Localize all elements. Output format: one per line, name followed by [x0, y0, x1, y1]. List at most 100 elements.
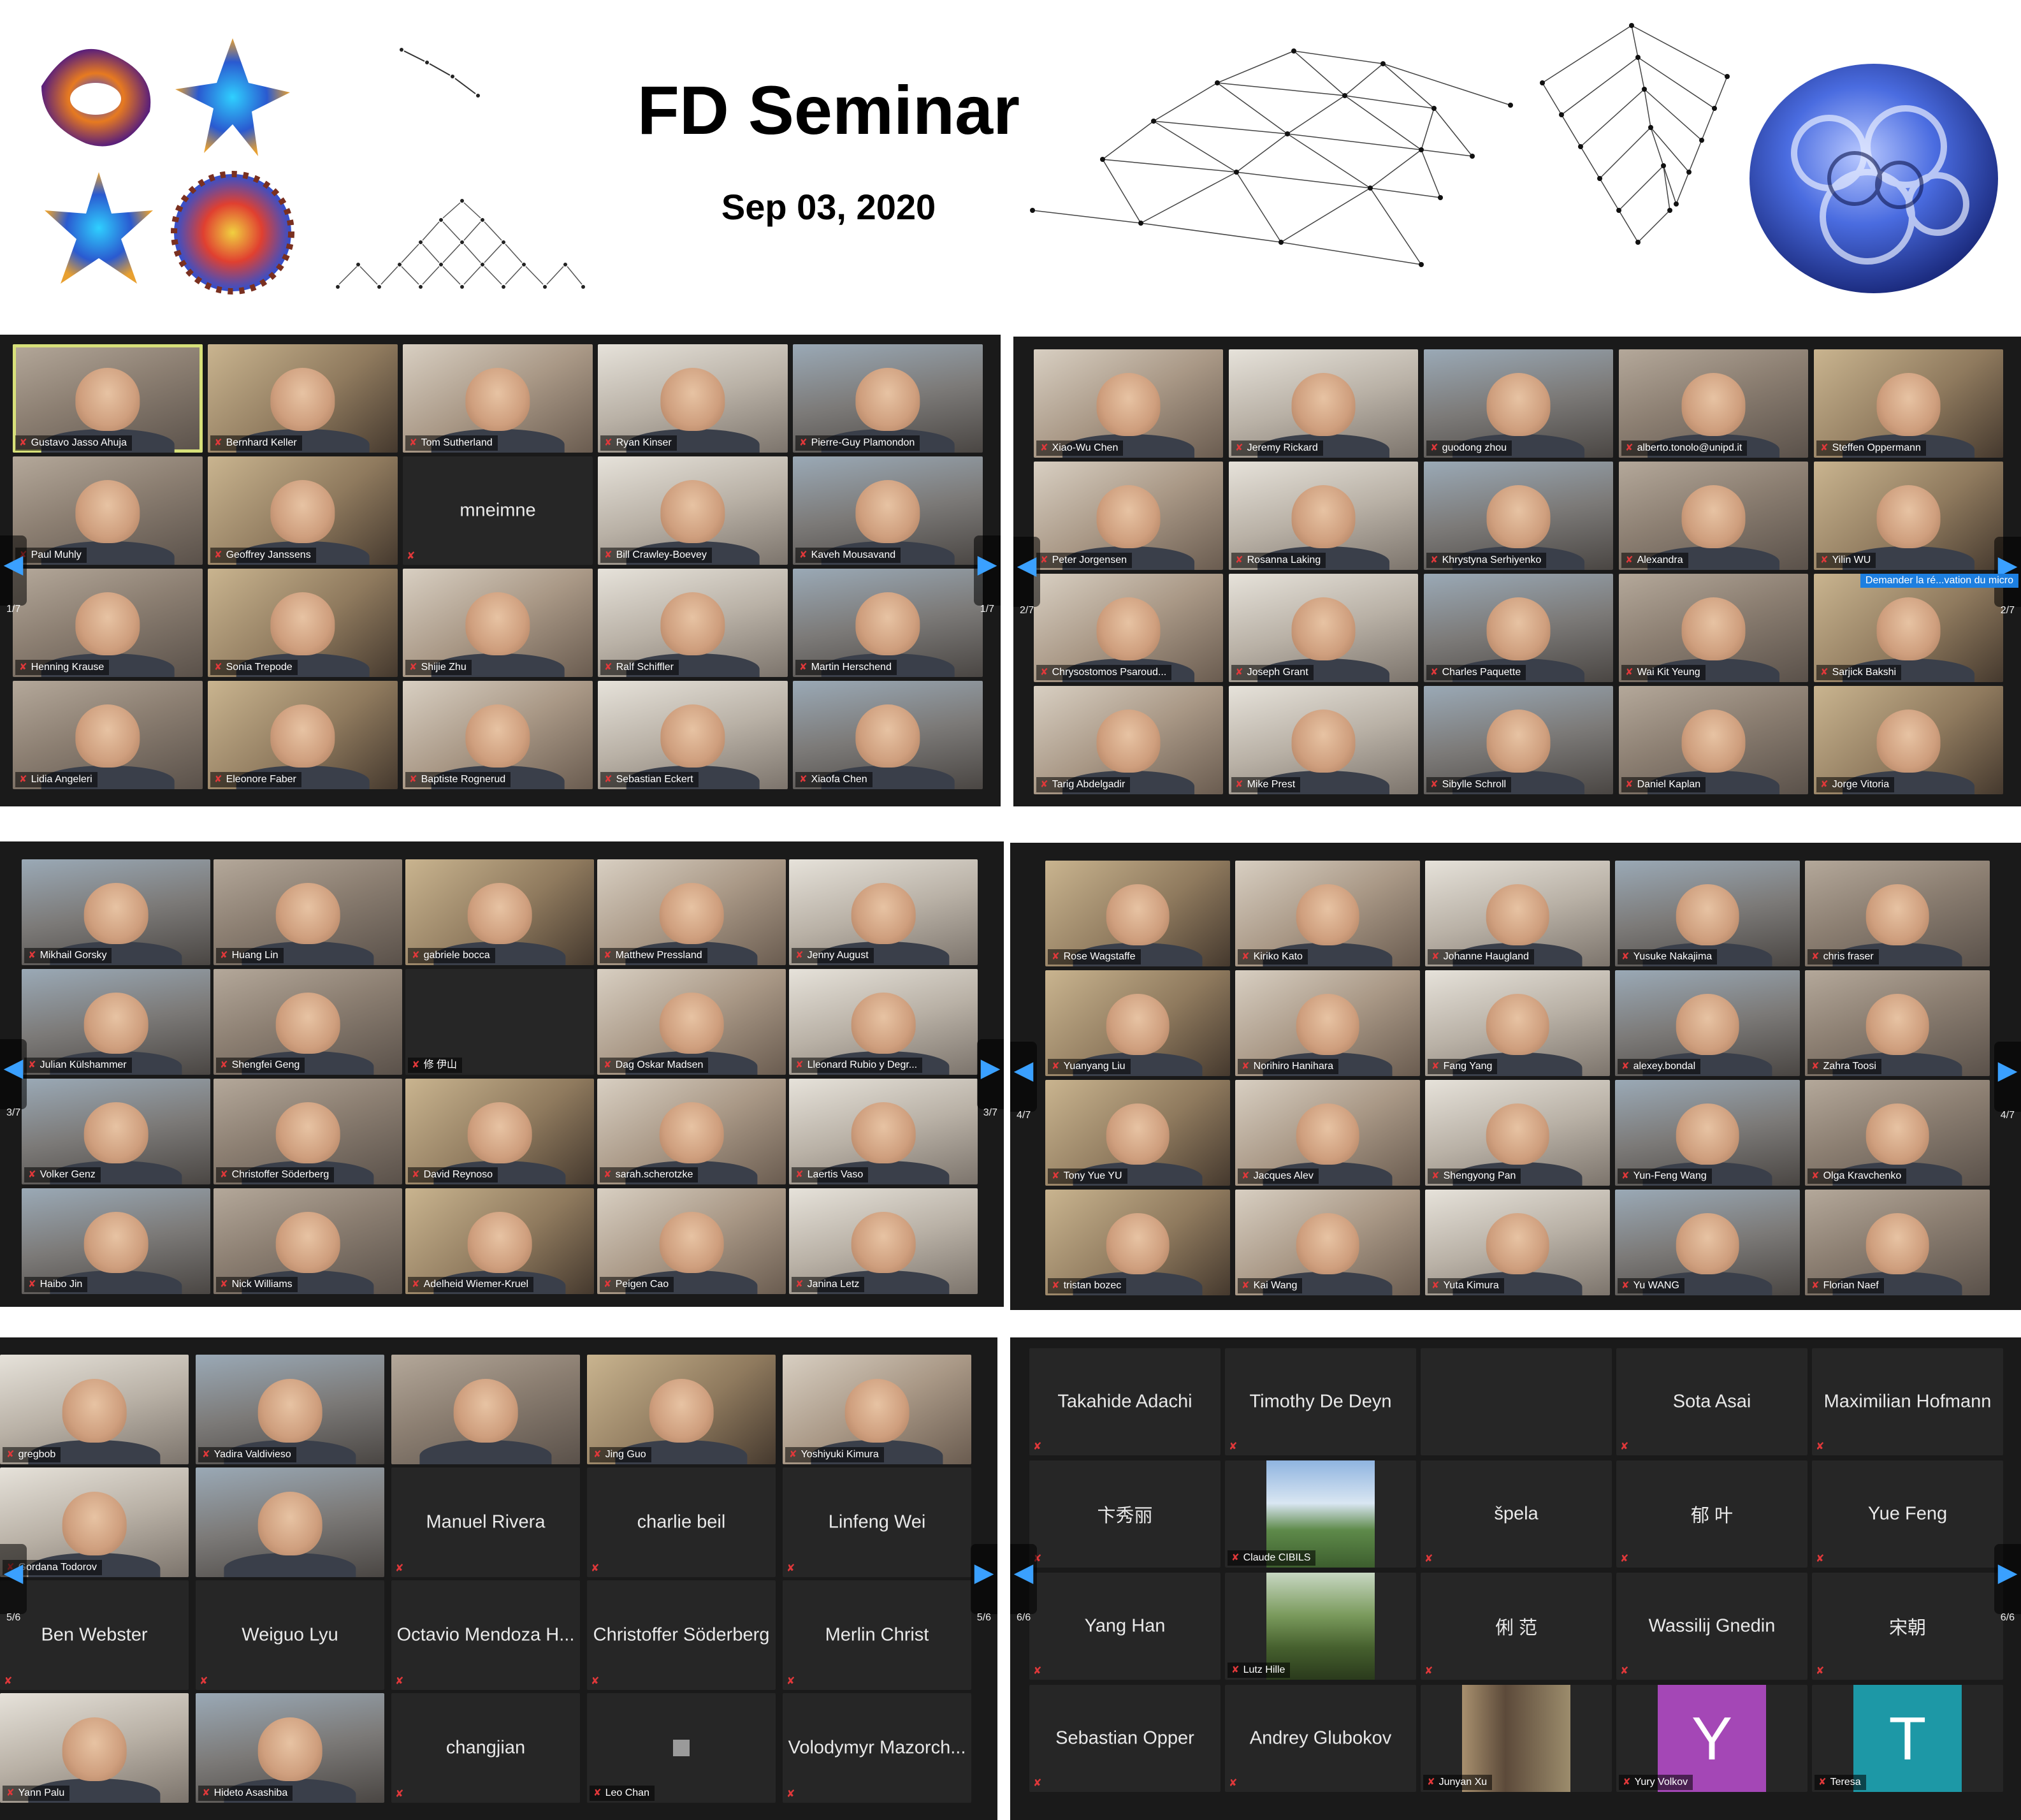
participant-tile[interactable]: changjian ✘ — [391, 1693, 580, 1803]
participant-tile[interactable]: ✘Gordana Todorov — [0, 1467, 189, 1577]
participant-tile[interactable]: ✘Paul Muhly — [13, 456, 203, 565]
participant-tile[interactable]: ✘ Lutz Hille — [1225, 1573, 1416, 1680]
participant-tile[interactable]: ✘ Zahra Toosi — [1805, 970, 1990, 1076]
participant-tile[interactable]: 卞秀丽 ✘ — [1029, 1460, 1221, 1568]
participant-tile[interactable]: Takahide Adachi ✘ — [1029, 1348, 1221, 1455]
participant-tile[interactable]: ✘ Adelheid Wiemer-Kruel — [405, 1188, 594, 1294]
participant-tile[interactable]: ✘ Matthew Pressland — [597, 859, 786, 965]
participant-tile[interactable]: ✘ Sarjick Bakshi — [1814, 574, 2003, 682]
participant-tile[interactable]: ✘ alexey.bondal — [1615, 970, 1800, 1076]
participant-tile[interactable]: ✘ Florian Naef — [1805, 1190, 1990, 1295]
participant-tile[interactable]: ✘ Daniel Kaplan — [1619, 686, 1808, 794]
participant-tile[interactable]: ✘ Ralf Schiffler — [598, 569, 788, 677]
participant-tile[interactable]: ✘ Jacques Alev — [1235, 1080, 1420, 1186]
participant-tile[interactable]: ✘ Christoffer Söderberg — [214, 1079, 402, 1184]
participant-tile[interactable]: ✘ 修 伊山 — [405, 969, 594, 1075]
participant-tile[interactable]: ✘ Lidia Angeleri — [13, 681, 203, 789]
participant-tile[interactable]: ✘ Huang Lin — [214, 859, 402, 965]
participant-tile[interactable]: mneimne ✘ — [403, 456, 593, 565]
next-page-arrow-icon[interactable]: ▶ — [971, 1543, 997, 1614]
participant-tile[interactable]: ✘ Leo Chan — [587, 1693, 776, 1803]
participant-tile[interactable]: ✘ Yun-Feng Wang — [1615, 1080, 1800, 1186]
participant-tile[interactable]: ✘ Kiriko Kato — [1235, 861, 1420, 966]
participant-tile[interactable]: ✘ Rose Wagstaffe — [1045, 861, 1230, 966]
participant-tile[interactable]: špela ✘ — [1421, 1460, 1612, 1568]
next-page-arrow-icon[interactable]: ▶ — [1994, 536, 2021, 607]
participant-tile[interactable]: Sebastian Opper ✘ — [1029, 1685, 1221, 1792]
previous-page-arrow-icon[interactable]: ◀ — [0, 535, 27, 606]
participant-tile[interactable]: ✘ Yuanyang Liu — [1045, 970, 1230, 1076]
participant-tile[interactable]: Merlin Christ ✘ — [783, 1580, 971, 1690]
participant-tile[interactable]: ✘ Charles Paquette — [1424, 574, 1613, 682]
participant-tile[interactable] — [196, 1467, 384, 1577]
participant-tile[interactable]: ✘ Peter Jorgensen — [1034, 462, 1223, 570]
participant-tile[interactable]: Andrey Glubokov ✘ — [1225, 1685, 1416, 1792]
participant-tile[interactable]: ✘ Geoffrey Janssens — [208, 456, 398, 565]
participant-tile[interactable]: Timothy De Deyn ✘ — [1225, 1348, 1416, 1455]
participant-tile[interactable]: ✘ Alexandra — [1619, 462, 1808, 570]
previous-page-arrow-icon[interactable]: ◀ — [1013, 536, 1040, 607]
participant-tile[interactable]: ✘ sarah.scherotzke — [597, 1079, 786, 1184]
next-page-arrow-icon[interactable]: ▶ — [977, 1039, 1004, 1109]
participant-tile[interactable]: ✘ Sonia Trepode — [208, 569, 398, 677]
previous-page-arrow-icon[interactable]: ◀ — [0, 1039, 27, 1109]
participant-tile[interactable]: ✘ Yu WANG — [1615, 1190, 1800, 1295]
participant-tile[interactable]: ✘ Janina Letz — [789, 1188, 978, 1294]
participant-tile[interactable] — [391, 1355, 580, 1464]
participant-tile[interactable]: ✘ Yoshiyuki Kimura — [783, 1355, 971, 1464]
participant-tile[interactable]: Ben Webster ✘ — [0, 1580, 189, 1690]
participant-tile[interactable]: ✘ Tarig Abdelgadir — [1034, 686, 1223, 794]
participant-tile[interactable]: ✘ Laertis Vaso — [789, 1079, 978, 1184]
participant-tile[interactable]: ✘ Bill Crawley-Boevey — [598, 456, 788, 565]
participant-tile[interactable]: Wassilij Gnedin ✘ — [1616, 1573, 1807, 1680]
participant-tile[interactable]: ✘ Shengfei Geng — [214, 969, 402, 1075]
participant-tile[interactable]: ✘ Fang Yang — [1425, 970, 1610, 1076]
participant-tile[interactable]: Christoffer Söderberg ✘ — [587, 1580, 776, 1690]
unmute-request-tooltip[interactable]: Demander la ré...vation du micro — [1860, 574, 2018, 588]
participant-tile[interactable]: ✘ Tom Sutherland — [403, 344, 593, 453]
participant-tile[interactable]: ✘ Ryan Kinser — [598, 344, 788, 453]
participant-tile[interactable]: ✘ Olga Kravchenko — [1805, 1080, 1990, 1186]
previous-page-arrow-icon[interactable]: ◀ — [1010, 1041, 1037, 1112]
participant-tile[interactable]: ✘ Mikhail Gorsky — [22, 859, 210, 965]
participant-tile[interactable]: ✘ David Reynoso — [405, 1079, 594, 1184]
participant-tile[interactable]: ✘ Martin Herschend — [793, 569, 983, 677]
participant-tile[interactable]: ✘ Dag Oskar Madsen — [597, 969, 786, 1075]
participant-tile[interactable]: Y ✘ Yury Volkov — [1616, 1685, 1807, 1792]
participant-tile[interactable]: Volodymyr Mazorch... ✘ — [783, 1693, 971, 1803]
participant-tile[interactable]: ✘ Sebastian Eckert — [598, 681, 788, 789]
participant-tile[interactable]: ✘ Joseph Grant — [1229, 574, 1418, 682]
participant-tile[interactable]: ✘ Claude CIBILS — [1225, 1460, 1416, 1568]
participant-tile[interactable]: ✘ Jing Guo — [587, 1355, 776, 1464]
participant-tile[interactable]: Yue Feng ✘ — [1812, 1460, 2003, 1568]
participant-tile[interactable]: ✘ Tony Yue YU — [1045, 1080, 1230, 1186]
participant-tile[interactable]: ✘ Jeremy Rickard — [1229, 349, 1418, 458]
participant-tile[interactable]: ✘ Julian Külshammer — [22, 969, 210, 1075]
participant-tile[interactable]: ✘ alberto.tonolo@unipd.it — [1619, 349, 1808, 458]
participant-tile[interactable]: Linfeng Wei ✘ — [783, 1467, 971, 1577]
participant-tile[interactable]: ✘ Jenny August — [789, 859, 978, 965]
participant-tile[interactable]: T ✘ Teresa — [1812, 1685, 2003, 1792]
participant-tile[interactable]: ✘ Junyan Xu — [1421, 1685, 1612, 1792]
participant-tile[interactable]: 宋朝 ✘ — [1812, 1573, 2003, 1680]
participant-tile[interactable]: Weiguo Lyu ✘ — [196, 1580, 384, 1690]
participant-tile[interactable]: Octavio Mendoza H... ✘ — [391, 1580, 580, 1690]
participant-tile[interactable] — [1421, 1348, 1612, 1455]
participant-tile[interactable]: Sota Asai ✘ — [1616, 1348, 1807, 1455]
participant-tile[interactable]: 俐 范 ✘ — [1421, 1573, 1612, 1680]
participant-tile[interactable]: ✘ Henning Krause — [13, 569, 203, 677]
participant-tile[interactable]: charlie beil ✘ — [587, 1467, 776, 1577]
participant-tile[interactable]: ✘ Xiao-Wu Chen — [1034, 349, 1223, 458]
participant-tile[interactable]: Manuel Rivera ✘ — [391, 1467, 580, 1577]
participant-tile[interactable]: ✘ Gustavo Jasso Ahuja — [13, 344, 203, 453]
next-page-arrow-icon[interactable]: ▶ — [1994, 1543, 2021, 1614]
participant-tile[interactable]: ✘ Norihiro Hanihara — [1235, 970, 1420, 1076]
participant-tile[interactable]: ✘ Jorge Vitoria — [1814, 686, 2003, 794]
participant-tile[interactable]: ✘ Yann Palu — [0, 1693, 189, 1803]
participant-tile[interactable]: ✘ Shengyong Pan — [1425, 1080, 1610, 1186]
participant-tile[interactable]: ✘ Yusuke Nakajima — [1615, 861, 1800, 966]
participant-tile[interactable]: ✘ Xiaofa Chen — [793, 681, 983, 789]
participant-tile[interactable]: ✘ Yadira Valdivieso — [196, 1355, 384, 1464]
participant-tile[interactable]: ✘ Wai Kit Yeung — [1619, 574, 1808, 682]
participant-tile[interactable]: ✘ Bernhard Keller — [208, 344, 398, 453]
